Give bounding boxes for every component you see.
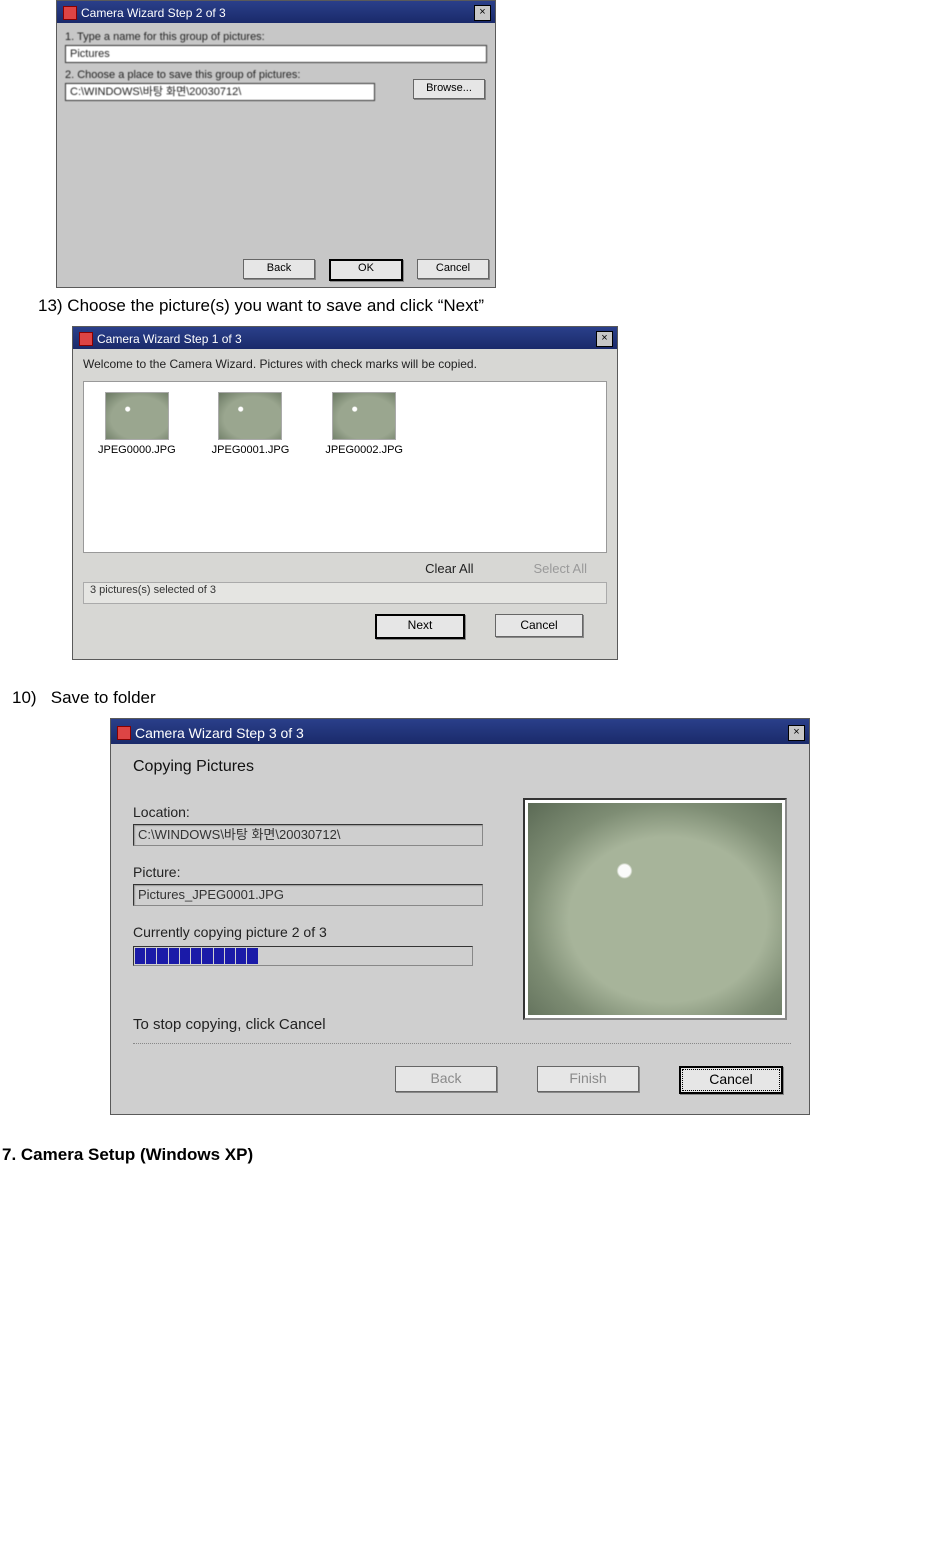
progress-segment bbox=[405, 948, 415, 964]
dialog-title: Camera Wizard Step 3 of 3 bbox=[135, 725, 304, 741]
thumbnail-image bbox=[105, 392, 169, 440]
app-icon bbox=[79, 332, 93, 346]
progress-segment bbox=[202, 948, 212, 964]
thumbnail-filename: JPEG0001.JPG bbox=[212, 444, 290, 456]
thumbnail[interactable]: JPEG0001.JPG bbox=[212, 392, 290, 542]
name-label: 1. Type a name for this group of picture… bbox=[65, 31, 487, 43]
progress-segment bbox=[461, 948, 471, 964]
thumbnail-filename: JPEG0000.JPG bbox=[98, 444, 176, 456]
browse-button[interactable]: Browse... bbox=[413, 79, 485, 99]
progress-segment bbox=[326, 948, 336, 964]
instruction-13: 13) Choose the picture(s) you want to sa… bbox=[38, 296, 932, 316]
close-icon[interactable]: × bbox=[474, 5, 491, 21]
progress-segment bbox=[270, 948, 280, 964]
thumbnail[interactable]: JPEG0000.JPG bbox=[98, 392, 176, 542]
progress-segment bbox=[214, 948, 224, 964]
cancel-button[interactable]: Cancel bbox=[495, 614, 583, 637]
progress-segment bbox=[427, 948, 437, 964]
progress-segment bbox=[371, 948, 381, 964]
titlebar: Camera Wizard Step 3 of 3 × bbox=[111, 719, 809, 744]
back-button[interactable]: Back bbox=[395, 1066, 497, 1092]
progress-segment bbox=[292, 948, 302, 964]
wizard-step2-dialog: Camera Wizard Step 2 of 3 × 1. Type a na… bbox=[56, 0, 496, 288]
thumbnail[interactable]: JPEG0002.JPG bbox=[325, 392, 403, 542]
preview-panel bbox=[523, 798, 787, 1020]
titlebar: Camera Wizard Step 1 of 3 × bbox=[73, 327, 617, 349]
cancel-button[interactable]: Cancel bbox=[679, 1066, 783, 1094]
place-field[interactable]: C:\WINDOWS\바탕 화면\20030712\ bbox=[65, 83, 375, 101]
progress-segment bbox=[337, 948, 347, 964]
dialog-title: Camera Wizard Step 2 of 3 bbox=[81, 6, 226, 20]
app-icon bbox=[63, 6, 77, 20]
thumbnail-image bbox=[332, 392, 396, 440]
select-all-link[interactable]: Select All bbox=[534, 561, 587, 576]
progress-segment bbox=[416, 948, 426, 964]
back-button[interactable]: Back bbox=[243, 259, 315, 279]
copying-heading: Copying Pictures bbox=[133, 758, 791, 776]
progress-segment bbox=[360, 948, 370, 964]
section-7-heading: 7. Camera Setup (Windows XP) bbox=[2, 1145, 932, 1165]
app-icon bbox=[117, 726, 131, 740]
progress-segment bbox=[438, 948, 448, 964]
wizard-blurb: Welcome to the Camera Wizard. Pictures w… bbox=[83, 357, 607, 371]
titlebar: Camera Wizard Step 2 of 3 × bbox=[57, 1, 495, 23]
ok-button[interactable]: OK bbox=[329, 259, 403, 281]
progress-segment bbox=[157, 948, 167, 964]
progress-segment bbox=[281, 948, 291, 964]
thumbnail-image bbox=[218, 392, 282, 440]
clear-all-link[interactable]: Clear All bbox=[425, 561, 473, 576]
next-button[interactable]: Next bbox=[375, 614, 465, 639]
progress-segment bbox=[236, 948, 246, 964]
divider bbox=[133, 1043, 791, 1044]
instruction-10: 10) Save to folder bbox=[12, 688, 932, 708]
picture-field: Pictures_JPEG0001.JPG bbox=[133, 884, 483, 906]
progress-segment bbox=[315, 948, 325, 964]
progress-segment bbox=[135, 948, 145, 964]
cancel-button[interactable]: Cancel bbox=[417, 259, 489, 279]
selection-status: 3 pictures(s) selected of 3 bbox=[83, 582, 607, 604]
progress-segment bbox=[348, 948, 358, 964]
preview-image bbox=[528, 803, 782, 1015]
dialog-title: Camera Wizard Step 1 of 3 bbox=[97, 332, 242, 346]
wizard-step3-dialog: Camera Wizard Step 3 of 3 × Copying Pict… bbox=[110, 718, 810, 1115]
name-field[interactable]: Pictures bbox=[65, 45, 487, 63]
progress-segment bbox=[304, 948, 314, 964]
thumbnail-grid: JPEG0000.JPG JPEG0001.JPG JPEG0002.JPG bbox=[83, 381, 607, 553]
progress-segment bbox=[247, 948, 257, 964]
location-field: C:\WINDOWS\바탕 화면\20030712\ bbox=[133, 824, 483, 846]
progress-segment bbox=[393, 948, 403, 964]
progress-segment bbox=[259, 948, 269, 964]
progress-segment bbox=[382, 948, 392, 964]
progress-segment bbox=[180, 948, 190, 964]
progress-bar bbox=[133, 946, 473, 966]
close-icon[interactable]: × bbox=[596, 331, 613, 347]
progress-segment bbox=[450, 948, 460, 964]
progress-segment bbox=[169, 948, 179, 964]
progress-segment bbox=[146, 948, 156, 964]
finish-button[interactable]: Finish bbox=[537, 1066, 639, 1092]
progress-segment bbox=[225, 948, 235, 964]
wizard-step1-dialog: Camera Wizard Step 1 of 3 × Welcome to t… bbox=[72, 326, 618, 660]
close-icon[interactable]: × bbox=[788, 725, 805, 741]
thumbnail-filename: JPEG0002.JPG bbox=[325, 444, 403, 456]
progress-segment bbox=[191, 948, 201, 964]
